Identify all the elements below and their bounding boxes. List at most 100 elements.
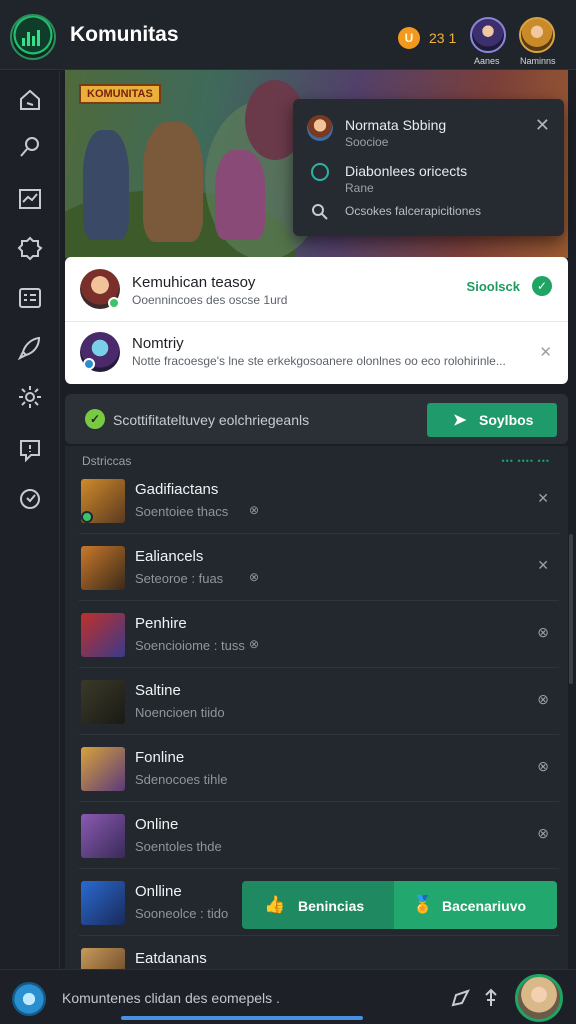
online-badge (108, 297, 120, 309)
item-sub: Sdenocoes tihle (135, 772, 228, 787)
item-sub: Sooneolce : tido (135, 906, 229, 921)
clock-icon (311, 163, 329, 181)
item-sub: Soentoles thde (135, 839, 222, 854)
notification-title: Diabonlees oricects (345, 163, 468, 179)
item-sub: Noencioen tiido (135, 705, 225, 720)
page-title: Komunitas (70, 23, 179, 46)
link-icon[interactable]: ⊗ (537, 825, 549, 842)
sidebar (0, 71, 60, 969)
subscribe-button[interactable]: ➤ Soylbos (427, 403, 557, 437)
search-icon (311, 203, 329, 226)
help-icon[interactable] (17, 486, 43, 512)
featured-title: Kemuhican teasoy (132, 274, 256, 291)
status-badge (83, 358, 95, 370)
featured-title: Nomtriy (132, 335, 184, 352)
item-name: Saltine (135, 682, 181, 699)
list-icon[interactable] (17, 285, 43, 311)
link-icon[interactable]: ⊗ (537, 691, 549, 708)
notification-title: Ocsokes falcerapicitiones (345, 204, 482, 218)
hero-knight (83, 130, 129, 240)
app-logo[interactable] (10, 14, 56, 60)
avatar-label: Naminns (520, 56, 556, 66)
rocket-icon[interactable] (17, 335, 43, 361)
banner-tag: KOMUNITAS (79, 84, 161, 104)
link-icon[interactable]: ⊗ (537, 758, 549, 775)
notification-title: Normata Sbbing (345, 117, 447, 133)
award-button[interactable]: 🏅 Bacenariuvo (394, 881, 557, 929)
list-item[interactable]: Online Soentoles thde ⊗ (79, 803, 559, 869)
like-button-label: Benincias (298, 898, 365, 914)
avatar-label: Aanes (474, 56, 500, 66)
thumbnail (81, 948, 125, 969)
list-item[interactable]: Eatdanans (79, 937, 559, 969)
thumbnail (81, 814, 125, 858)
check-icon: ✓ (85, 409, 105, 429)
list-item[interactable]: Fonline Sdenocoes tihle ⊗ (79, 736, 559, 802)
top-bar: Komunitas U 23 1 Aanes Naminns (0, 0, 576, 70)
hero-warrior (143, 122, 203, 242)
item-name: Onlline (135, 883, 182, 900)
coin-icon[interactable]: U (398, 27, 420, 49)
profile-avatar[interactable] (515, 974, 563, 1022)
divider (65, 321, 568, 322)
close-icon[interactable]: ✕ (537, 557, 549, 574)
item-name: Penhire (135, 615, 187, 632)
notification-sub: Soocioe (345, 135, 389, 149)
composer-placeholder[interactable]: Komuntenes clidan des eomepels . (62, 990, 280, 1006)
close-icon[interactable]: ✕ (537, 490, 549, 507)
send-icon[interactable] (450, 987, 472, 1009)
notification-item[interactable]: Normata Sbbing Soocioe (305, 113, 555, 149)
attach-icon[interactable] (480, 987, 502, 1009)
avatar-icon (307, 115, 333, 141)
gear-icon[interactable] (17, 384, 43, 410)
join-link[interactable]: Sioolsck (467, 279, 520, 294)
featured-sub: Notte fracoesge's lne ste erkekgosoanere… (132, 354, 506, 368)
notification-dropdown: ✕ Normata Sbbing Soocioe Diabonlees oric… (293, 99, 564, 236)
thumbnail (81, 546, 125, 590)
list-item[interactable]: Saltine Noencioen tiido ⊗ (79, 669, 559, 735)
link-icon[interactable]: ⊗ (537, 624, 549, 641)
scrollbar[interactable] (569, 534, 573, 684)
featured-card: Kemuhican teasoy Ooennincoes des oscse 1… (65, 257, 568, 384)
thumbnail (81, 680, 125, 724)
subscribe-button-label: Soylbos (479, 412, 534, 428)
award-button-label: Bacenariuvo (442, 898, 527, 914)
section-label: Dstriccas (82, 454, 132, 468)
status-banner: ✓ Scottifitateltuvey eolchriegeanls ➤ So… (65, 394, 568, 444)
avatar-heroine-icon[interactable] (519, 17, 555, 53)
notification-sub: Rane (345, 181, 374, 195)
item-sub: Soentoiee thacs (135, 504, 229, 519)
avatar[interactable] (12, 982, 46, 1016)
thumbnail (81, 881, 125, 925)
featured-sub: Ooennincoes des oscse 1urd (132, 293, 288, 307)
notification-item[interactable]: Ocsokes falcerapicitiones (305, 201, 555, 225)
community-list: Dstriccas ••• •••• ••• Gadifiactans Soen… (65, 446, 568, 969)
item-name: Fonline (135, 749, 185, 766)
coin-count: 23 1 (429, 30, 457, 46)
check-icon[interactable]: ✓ (532, 276, 552, 296)
status-icon: ⊗ (249, 637, 260, 651)
chat-icon[interactable] (17, 437, 43, 463)
notification-item[interactable]: Diabonlees oricects Rane (305, 159, 555, 195)
list-item[interactable]: Penhire Soencioiome : tuss ⊗ ⊗ (79, 602, 559, 668)
row-action-bar: 👍 Benincias 🏅 Bacenariuvo (242, 881, 557, 929)
avatar-mage-icon[interactable] (470, 17, 506, 53)
item-name: Online (135, 816, 179, 833)
home-indicator[interactable] (121, 1016, 363, 1020)
chart-icon[interactable] (17, 186, 43, 212)
like-button[interactable]: 👍 Benincias (242, 881, 394, 929)
section-indicator: ••• •••• ••• (501, 456, 550, 466)
list-item[interactable]: Ealiancels Seteoroe : fuas ⊗ ✕ (79, 535, 559, 601)
status-text: Scottifitateltuvey eolchriegeanls (113, 412, 310, 428)
settings-icon[interactable] (17, 235, 43, 261)
search-icon[interactable] (17, 134, 43, 160)
app-root: Komunitas U 23 1 Aanes Naminns KOMUNITAS… (0, 0, 576, 1024)
list-item[interactable]: Gadifiactans Soentoiee thacs ⊗ ✕ (79, 468, 559, 534)
thumbnail (81, 747, 125, 791)
thumbnail (81, 613, 125, 657)
logo-bars-icon (22, 30, 44, 46)
item-sub: Soencioiome : tuss (135, 638, 245, 653)
home-icon[interactable] (17, 87, 43, 113)
status-icon: ⊗ (249, 503, 260, 517)
close-icon[interactable]: ✕ (539, 343, 552, 361)
